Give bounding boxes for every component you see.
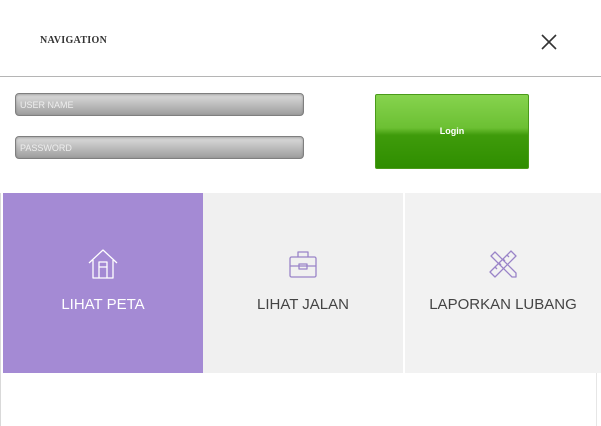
menu-label-laporkan-lubang: LAPORKAN LUBANG — [429, 296, 577, 313]
menu-tile-lihat-jalan[interactable]: LIHAT JALAN — [203, 193, 403, 373]
menu-label-lihat-jalan: LIHAT JALAN — [257, 296, 349, 313]
menu-tiles: LIHAT PETA LIHAT JALAN LAPORKAN LUBANG — [0, 193, 601, 373]
tools-icon — [485, 246, 521, 282]
menu-label-lihat-peta: LIHAT PETA — [61, 296, 145, 313]
login-button[interactable]: Login — [375, 94, 529, 169]
close-icon — [538, 31, 560, 53]
navigation-header: NAVIGATION — [0, 0, 601, 77]
close-button[interactable] — [538, 31, 560, 53]
login-area: Login — [0, 77, 601, 193]
toolbox-icon — [285, 246, 321, 282]
password-input[interactable] — [15, 136, 304, 159]
username-input[interactable] — [15, 93, 304, 116]
menu-tile-lihat-peta[interactable]: LIHAT PETA — [3, 193, 203, 373]
home-icon — [85, 246, 121, 282]
navigation-title: NAVIGATION — [40, 35, 108, 46]
menu-tile-laporkan-lubang[interactable]: LAPORKAN LUBANG — [405, 193, 601, 373]
